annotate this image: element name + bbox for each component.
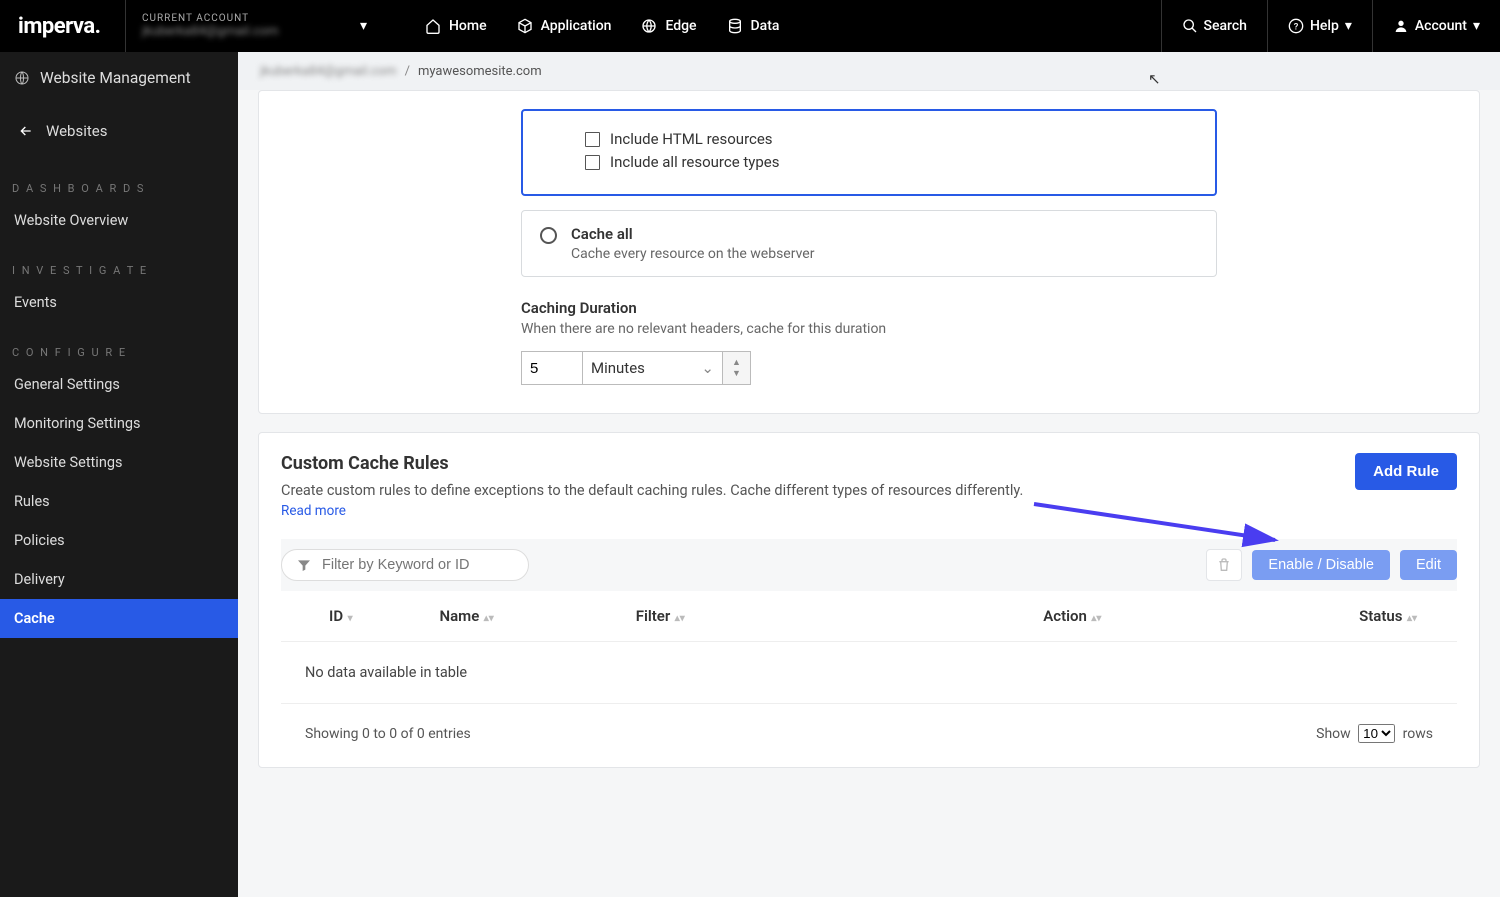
sidebar-back[interactable]: Websites [0, 104, 238, 158]
account-selector-value: jkuberka84@gmail.com [142, 24, 369, 39]
edit-button[interactable]: Edit [1400, 550, 1457, 580]
cache-all-desc: Cache every resource on the webserver [571, 246, 814, 262]
sidebar-item-delivery[interactable]: Delivery [0, 560, 238, 599]
caret-down-icon: ▾ [1473, 18, 1480, 34]
nav-help[interactable]: ? Help ▾ [1267, 0, 1372, 52]
help-icon: ? [1288, 18, 1304, 34]
col-filter[interactable]: Filter ▴▾ [628, 591, 810, 642]
stepper-down-icon: ▼ [732, 368, 741, 379]
cache-all-title: Cache all [571, 225, 814, 243]
checkbox-icon [585, 155, 600, 170]
rules-table: ID ▾ Name ▴▾ Filter ▴▾ Action ▴▾ Status … [281, 591, 1457, 704]
nav-application[interactable]: Application [517, 18, 612, 34]
sidebar-item-monitoring-settings[interactable]: Monitoring Settings [0, 404, 238, 443]
brand-logo[interactable]: imperva. [0, 14, 125, 39]
duration-stepper[interactable]: ▲ ▼ [723, 351, 751, 385]
read-more-link[interactable]: Read more [281, 503, 346, 519]
page-size-select[interactable]: 10 [1358, 724, 1395, 743]
sidebar-section-investigate: I N V E S T I G A T E [0, 240, 238, 283]
sidebar-item-events[interactable]: Events [0, 283, 238, 322]
col-id[interactable]: ID ▾ [321, 591, 432, 642]
filter-input[interactable] [322, 557, 514, 573]
sidebar-section-dashboards: D A S H B O A R D S [0, 158, 238, 201]
filter-icon [296, 557, 312, 573]
nav-search[interactable]: Search [1161, 0, 1267, 52]
search-icon [1182, 18, 1198, 34]
add-rule-button[interactable]: Add Rule [1355, 453, 1457, 490]
svg-text:?: ? [1294, 21, 1299, 32]
nav-data[interactable]: Data [727, 18, 780, 34]
sort-icon: ▴▾ [1089, 613, 1102, 624]
trash-icon [1216, 557, 1232, 573]
checkbox-include-html[interactable]: Include HTML resources [585, 130, 1197, 148]
sidebar-item-policies[interactable]: Policies [0, 521, 238, 560]
sort-icon: ▾ [345, 613, 353, 624]
caret-down-icon: ▾ [360, 18, 367, 34]
arrow-left-icon [18, 123, 34, 139]
home-icon [425, 18, 441, 34]
sidebar-item-general-settings[interactable]: General Settings [0, 365, 238, 404]
col-status[interactable]: Status ▴▾ [1161, 591, 1457, 642]
checkbox-icon [585, 132, 600, 147]
rules-desc: Create custom rules to define exceptions… [281, 482, 1023, 499]
nav-edge[interactable]: Edge [641, 18, 696, 34]
globe-icon [641, 18, 657, 34]
breadcrumb-separator: / [405, 64, 410, 79]
sidebar-item-rules[interactable]: Rules [0, 482, 238, 521]
cache-mode-selected: Include HTML resources Include all resou… [521, 109, 1217, 196]
sidebar-item-website-settings[interactable]: Website Settings [0, 443, 238, 482]
duration-unit-select[interactable]: Minutes ⌄ [583, 351, 723, 385]
chevron-down-icon: ⌄ [701, 359, 714, 377]
checkbox-include-all[interactable]: Include all resource types [585, 153, 1197, 171]
sidebar-item-cache[interactable]: Cache [0, 599, 238, 638]
filter-input-wrap[interactable] [281, 549, 529, 581]
nav-home[interactable]: Home [425, 18, 487, 34]
sidebar-header[interactable]: Website Management [0, 52, 238, 104]
globe-icon [14, 70, 30, 86]
user-icon [1393, 18, 1409, 34]
sort-icon: ▴▾ [481, 613, 494, 624]
caret-down-icon: ▾ [1345, 18, 1352, 34]
account-selector[interactable]: CURRENT ACCOUNT jkuberka84@gmail.com ▾ [125, 0, 385, 52]
duration-value-input[interactable] [521, 351, 583, 385]
stepper-up-icon: ▲ [732, 357, 741, 368]
nav-account[interactable]: Account ▾ [1372, 0, 1500, 52]
col-name[interactable]: Name ▴▾ [432, 591, 628, 642]
sort-icon: ▴▾ [672, 613, 685, 624]
caching-duration-title: Caching Duration [521, 299, 1217, 317]
sidebar-section-configure: C O N F I G U R E [0, 322, 238, 365]
account-selector-label: CURRENT ACCOUNT [142, 13, 369, 24]
showing-entries: Showing 0 to 0 of 0 entries [305, 726, 471, 742]
no-data-message: No data available in table [281, 642, 1457, 704]
breadcrumb-site: myawesomesite.com [418, 64, 542, 79]
enable-disable-button[interactable]: Enable / Disable [1252, 550, 1390, 580]
database-icon [727, 18, 743, 34]
caching-duration-desc: When there are no relevant headers, cach… [521, 321, 1217, 337]
sort-icon: ▴▾ [1404, 613, 1417, 624]
col-action[interactable]: Action ▴▾ [809, 591, 1161, 642]
cube-icon [517, 18, 533, 34]
rows-per-page: Show 10 rows [1316, 724, 1433, 743]
sidebar-item-website-overview[interactable]: Website Overview [0, 201, 238, 240]
rules-title: Custom Cache Rules [281, 453, 1023, 474]
delete-button[interactable] [1206, 549, 1242, 581]
radio-icon [540, 227, 557, 244]
cache-mode-cache-all[interactable]: Cache all Cache every resource on the we… [521, 210, 1217, 277]
breadcrumb-account[interactable]: jkuberka84@gmail.com [260, 64, 397, 79]
breadcrumb: jkuberka84@gmail.com / myawesomesite.com [238, 52, 1500, 90]
